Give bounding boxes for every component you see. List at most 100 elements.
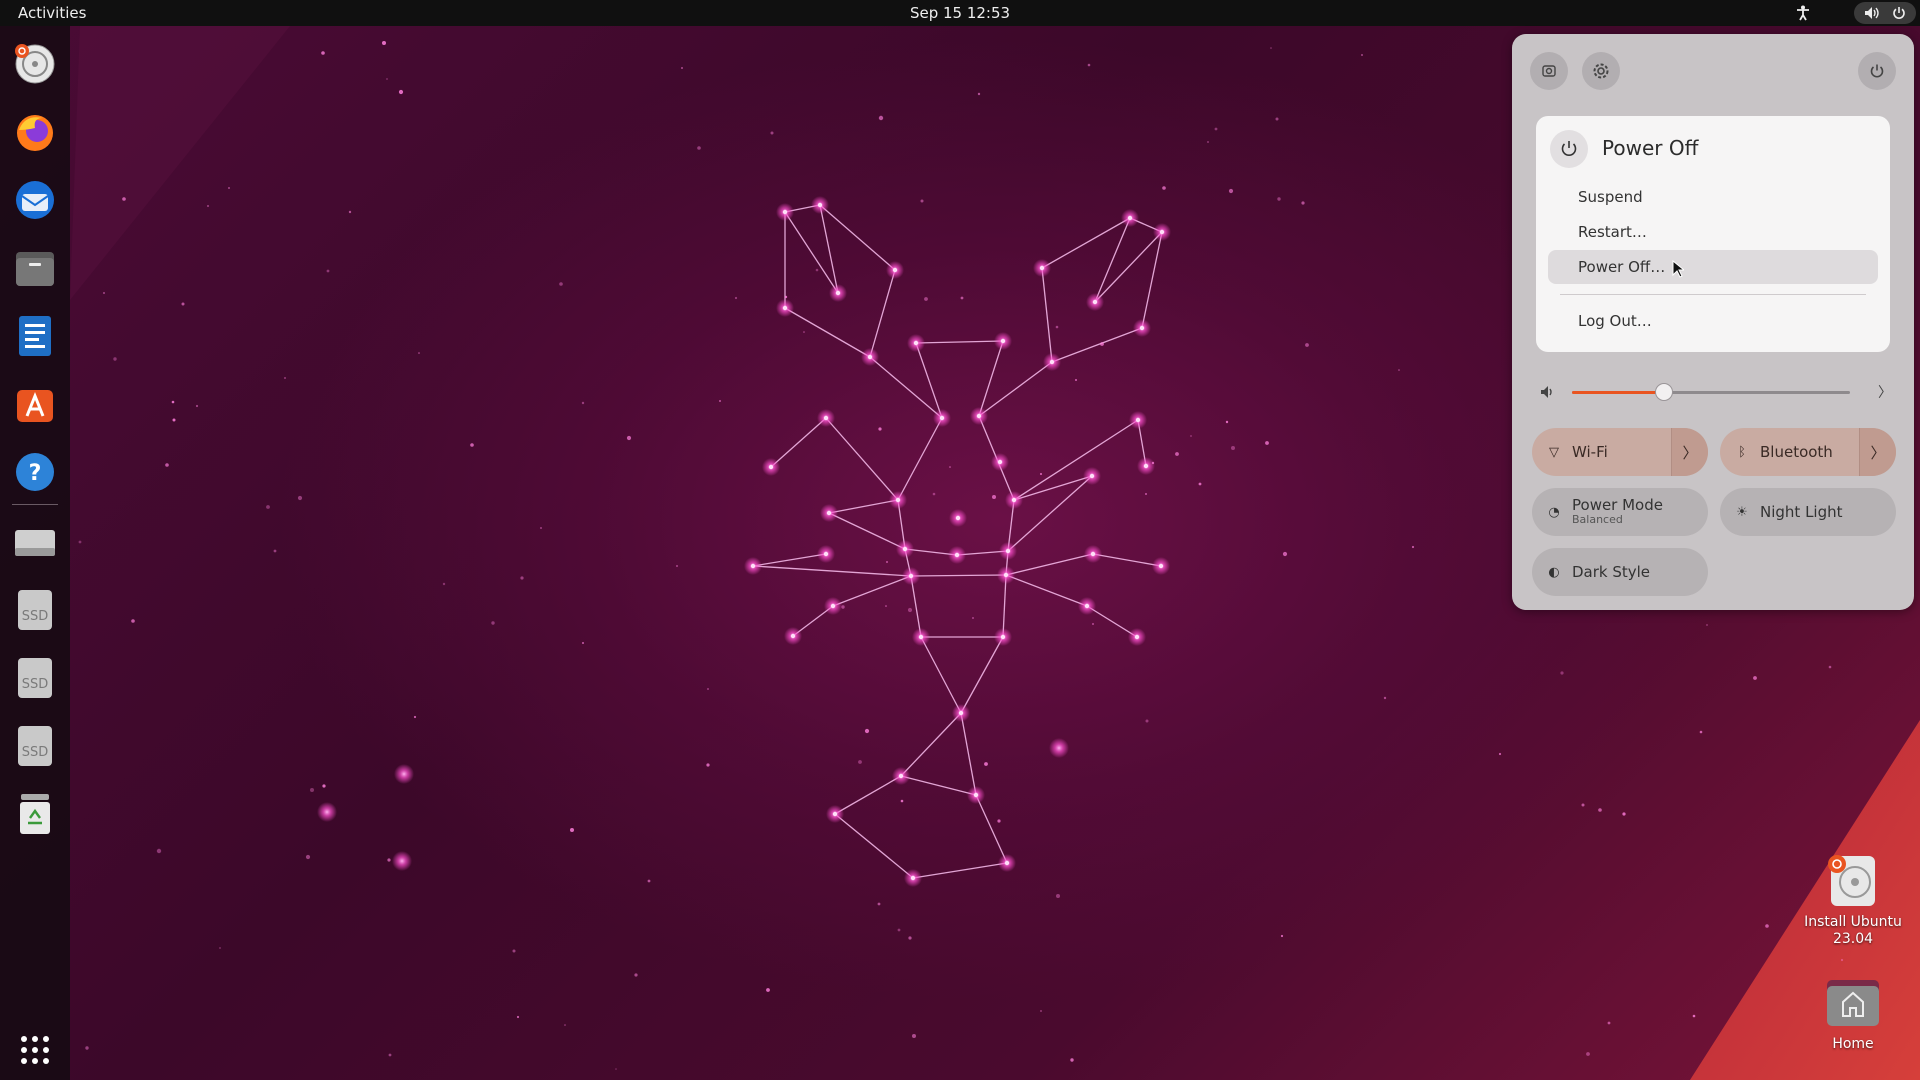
desktop-icon-label: Install Ubuntu 23.04 (1804, 914, 1902, 947)
chevron-right-icon[interactable]: 〉 (1671, 428, 1708, 476)
ssd-drive-icon[interactable]: SSD (11, 586, 59, 634)
night-light-toggle[interactable]: ☀ Night Light (1720, 488, 1896, 536)
grid-icon[interactable] (11, 1026, 59, 1074)
background-glow-star (1049, 738, 1069, 758)
dock: ? SSD SSD SSD (0, 26, 70, 1080)
power-icon (1886, 2, 1912, 24)
accessibility-icon[interactable] (1790, 2, 1816, 24)
constellation-star-core (1090, 551, 1096, 557)
background-star (171, 400, 175, 404)
constellation-line (1005, 553, 1094, 576)
volume-slider-fill (1572, 391, 1664, 394)
constellation-line (1007, 475, 1093, 552)
background-star (1151, 461, 1155, 465)
screenshot-button[interactable] (1530, 52, 1568, 90)
background-star (348, 210, 352, 214)
background-star (697, 146, 701, 150)
trash-icon[interactable] (11, 790, 59, 838)
suspend-menu-item[interactable]: Suspend (1548, 180, 1878, 214)
activities-button[interactable]: Activities (10, 0, 94, 26)
firefox-icon[interactable] (11, 108, 59, 156)
wifi-label: Wi-Fi (1572, 443, 1608, 461)
background-star (273, 549, 277, 553)
settings-button[interactable] (1582, 52, 1620, 90)
background-star (1228, 188, 1234, 194)
background-star (516, 1015, 520, 1019)
background-star (131, 619, 135, 623)
background-star (386, 78, 388, 80)
system-menu-button[interactable] (1854, 2, 1916, 24)
volume-slider-row: 〉 (1534, 380, 1894, 404)
constellation-line (834, 775, 902, 815)
background-star (78, 540, 82, 544)
clock-button[interactable]: Sep 15 12:53 (910, 4, 1010, 22)
background-star (1040, 473, 1042, 475)
constellation-star-core (832, 811, 838, 817)
power-menu-title: Power Off (1602, 136, 1699, 160)
background-glow-star (392, 851, 412, 871)
screenshot-icon (1542, 65, 1556, 77)
background-star (1692, 1014, 1696, 1018)
constellation-line (832, 575, 912, 607)
constellation-star-core (908, 573, 914, 579)
files-icon[interactable] (11, 244, 59, 292)
constellation-star-core (1000, 338, 1006, 344)
wifi-toggle[interactable]: ▽ Wi-Fi 〉 (1532, 428, 1708, 476)
ssd-drive-icon[interactable]: SSD (11, 722, 59, 770)
appcenter-icon[interactable] (11, 380, 59, 428)
background-star (1075, 379, 1077, 381)
chevron-right-icon[interactable]: 〉 (1859, 428, 1896, 476)
drive-icon[interactable] (11, 518, 59, 566)
constellation-line (912, 862, 1008, 879)
menu-divider (1560, 294, 1866, 295)
background-star (1275, 117, 1279, 121)
constellation-star-core (782, 305, 788, 311)
background-star (1040, 1010, 1042, 1012)
constellation-star-core (782, 209, 788, 215)
dark-style-toggle[interactable]: ◐ Dark Style (1532, 548, 1708, 596)
background-glow-star (394, 764, 414, 784)
background-star (1198, 482, 1202, 486)
background-star (1231, 446, 1235, 450)
constellation-star-core (867, 354, 873, 360)
constellation-star-core (790, 633, 796, 639)
background-star (734, 296, 738, 300)
constellation-line (910, 575, 922, 638)
help-icon[interactable]: ? (11, 448, 59, 496)
ssd-drive-icon[interactable]: SSD (11, 654, 59, 702)
constellation-star-core (892, 267, 898, 273)
power-menu-button[interactable] (1858, 52, 1896, 90)
background-star (719, 400, 721, 402)
background-star (1207, 141, 1209, 143)
background-star (1070, 1058, 1074, 1062)
quick-settings-panel: Power Off Suspend Restart… Power Off… Lo… (1512, 34, 1914, 610)
installer-icon[interactable] (11, 40, 59, 88)
background-star (103, 292, 105, 294)
background-star (382, 41, 386, 45)
constellation-star-core (1159, 229, 1165, 235)
background-star (681, 67, 683, 69)
constellation-line (897, 417, 943, 501)
gear-icon (1593, 63, 1609, 79)
bluetooth-toggle[interactable]: ᛒ Bluetooth 〉 (1720, 428, 1896, 476)
constellation-line (1005, 574, 1088, 607)
power-off-menu-item[interactable]: Power Off… (1548, 250, 1878, 284)
desktop-install-ubuntu[interactable]: Install Ubuntu 23.04 (1798, 852, 1908, 948)
background-star (195, 404, 199, 408)
restart-menu-item[interactable]: Restart… (1548, 215, 1878, 249)
power-mode-toggle[interactable]: ◔ Power Mode Balanced (1532, 488, 1708, 536)
constellation-star-core (1092, 299, 1098, 305)
constellation-star-core (1004, 860, 1010, 866)
background-star (1411, 545, 1415, 549)
constellation-line (752, 565, 912, 577)
desktop-home-folder[interactable]: Home (1798, 976, 1908, 1052)
log-out-menu-item[interactable]: Log Out… (1548, 304, 1878, 338)
chevron-right-icon[interactable]: 〉 (1878, 382, 1892, 402)
constellation-star-core (823, 415, 829, 421)
power-icon (1870, 64, 1884, 78)
writer-icon[interactable] (11, 312, 59, 360)
volume-slider-handle[interactable] (1654, 383, 1673, 401)
background-star (1214, 127, 1218, 131)
background-star (1622, 812, 1626, 816)
thunderbird-icon[interactable] (11, 176, 59, 224)
